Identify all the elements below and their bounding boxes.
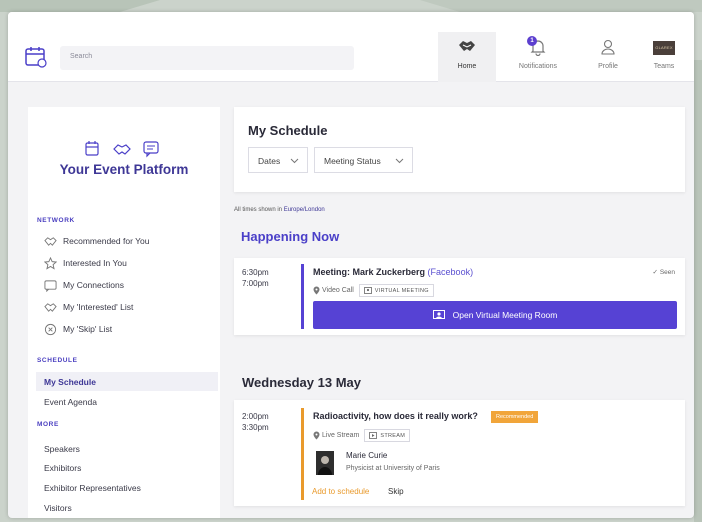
event-meta: Live Stream STREAM: [313, 429, 411, 442]
nav-home[interactable]: Home: [438, 32, 496, 82]
top-bar: Search Home 1 Notifications Profile GLAR…: [8, 12, 694, 82]
handshake-icon: [44, 302, 57, 312]
stream-tag: STREAM: [364, 429, 411, 442]
meeting-accent-bar: [301, 264, 304, 329]
search-input[interactable]: Search: [60, 46, 354, 70]
chat-icon: [44, 279, 57, 292]
schedule-header-card: My Schedule Dates Meeting Status: [234, 107, 685, 192]
sidebar-item-label: My Connections: [63, 280, 124, 290]
meeting-company: (Facebook): [427, 267, 474, 277]
event-start-time: 2:00pm: [242, 412, 269, 421]
event-accent-bar: [301, 408, 304, 500]
page-title: My Schedule: [248, 123, 328, 138]
skip-link[interactable]: Skip: [388, 487, 404, 496]
notification-count-badge: 1: [527, 36, 537, 46]
dates-dropdown[interactable]: Dates: [248, 147, 308, 173]
meeting-title[interactable]: Meeting: Mark Zuckerberg (Facebook): [313, 267, 473, 277]
speaker-role: Physicist at University of Paris: [346, 465, 440, 472]
timezone-link[interactable]: Europe/London: [284, 207, 325, 213]
nav-teams[interactable]: GLAREX Teams: [642, 32, 686, 82]
recommended-badge: Recommended: [491, 411, 539, 423]
virtual-meeting-tag-label: VIRTUAL MEETING: [374, 287, 429, 294]
open-virtual-meeting-room-button[interactable]: Open Virtual Meeting Room: [313, 301, 677, 329]
sidebar-item-my-connections[interactable]: My Connections: [44, 277, 124, 293]
event-location: Live Stream: [322, 432, 360, 439]
video-screen-icon: [363, 287, 372, 294]
chevron-down-icon: [290, 158, 299, 164]
seen-status: ✓ Seen: [653, 268, 675, 276]
meeting-title-text: Meeting: Mark Zuckerberg: [313, 267, 426, 277]
event-card: 2:00pm 3:30pm Radioactivity, how does it…: [234, 400, 685, 506]
chat-icon: [143, 141, 159, 158]
user-icon: [601, 39, 615, 55]
timezone-note: All times shown in Europe/London: [234, 207, 325, 213]
star-icon: [44, 256, 57, 270]
chevron-down-icon: [395, 158, 404, 164]
close-circle-icon: [44, 323, 57, 335]
calendar-icon: [85, 141, 99, 156]
sidebar-item-recommended[interactable]: Recommended for You: [44, 233, 149, 249]
meeting-card: 6:30pm 7:00pm Meeting: Mark Zuckerberg (…: [234, 258, 685, 335]
seen-label: Seen: [659, 269, 675, 276]
location-pin-icon: [313, 286, 320, 295]
sidebar-item-speakers[interactable]: Speakers: [36, 439, 218, 458]
sidebar-item-label: My 'Interested' List: [63, 302, 134, 312]
video-screen-icon: [432, 310, 445, 319]
speaker-avatar[interactable]: [316, 451, 334, 475]
meeting-start-time: 6:30pm: [242, 268, 269, 277]
calendar-logo-icon[interactable]: [24, 45, 48, 69]
dates-dropdown-label: Dates: [258, 156, 281, 166]
sidebar-item-label: Interested In You: [63, 258, 127, 268]
check-icon: ✓: [652, 269, 658, 276]
sidebar-item-label: My 'Skip' List: [63, 324, 113, 334]
happening-now-heading: Happening Now: [241, 229, 340, 244]
app-window: Search Home 1 Notifications Profile GLAR…: [8, 12, 694, 518]
sidebar-item-interested-list[interactable]: My 'Interested' List: [44, 299, 133, 315]
virtual-meeting-tag: VIRTUAL MEETING: [358, 284, 434, 297]
handshake-icon: [113, 144, 131, 155]
handshake-icon: [459, 41, 475, 51]
platform-icons: [85, 141, 159, 158]
nav-notifications-label: Notifications: [518, 63, 558, 70]
nav-notifications[interactable]: 1 Notifications: [502, 32, 574, 82]
sidebar-item-visitors[interactable]: Visitors: [36, 498, 218, 517]
sidebar-item-label: Recommended for You: [63, 236, 150, 246]
event-title[interactable]: Radioactivity, how does it really work?: [313, 411, 478, 421]
section-network: NETWORK: [37, 217, 75, 224]
section-schedule: SCHEDULE: [37, 357, 78, 364]
sidebar-item-skip-list[interactable]: My 'Skip' List: [44, 321, 112, 337]
meeting-status-dropdown[interactable]: Meeting Status: [314, 147, 413, 173]
nav-profile-label: Profile: [598, 63, 618, 70]
sidebar-item-event-agenda[interactable]: Event Agenda: [36, 392, 218, 411]
stream-tag-label: STREAM: [380, 432, 406, 439]
sidebar-item-exhibitors[interactable]: Exhibitors: [36, 458, 218, 477]
timezone-prefix: All times shown in: [234, 207, 283, 213]
add-to-schedule-link[interactable]: Add to schedule: [312, 487, 369, 496]
sidebar-item-exhibitor-representatives[interactable]: Exhibitor Representatives: [36, 478, 218, 497]
section-more: MORE: [37, 421, 59, 428]
open-virtual-meeting-room-label: Open Virtual Meeting Room: [452, 310, 558, 320]
sidebar-item-my-schedule[interactable]: My Schedule: [36, 372, 218, 391]
sidebar: Your Event Platform NETWORK Recommended …: [28, 107, 220, 518]
sidebar-item-interested-in-you[interactable]: Interested In You: [44, 255, 127, 271]
meeting-end-time: 7:00pm: [242, 279, 269, 288]
location-pin-icon: [313, 431, 320, 440]
speaker-name[interactable]: Marie Curie: [346, 451, 387, 460]
event-end-time: 3:30pm: [242, 423, 269, 432]
day-heading: Wednesday 13 May: [242, 375, 361, 390]
nav-teams-label: Teams: [653, 63, 675, 70]
handshake-icon: [44, 236, 57, 246]
play-icon: [369, 432, 378, 439]
nav-home-label: Home: [457, 63, 477, 70]
meeting-location: Video Call: [322, 287, 354, 294]
meeting-meta: Video Call VIRTUAL MEETING: [313, 284, 434, 297]
nav-profile[interactable]: Profile: [584, 32, 632, 82]
meeting-status-dropdown-label: Meeting Status: [324, 156, 381, 166]
teams-logo: GLAREX: [653, 41, 675, 55]
platform-brand: Your Event Platform: [59, 162, 189, 177]
